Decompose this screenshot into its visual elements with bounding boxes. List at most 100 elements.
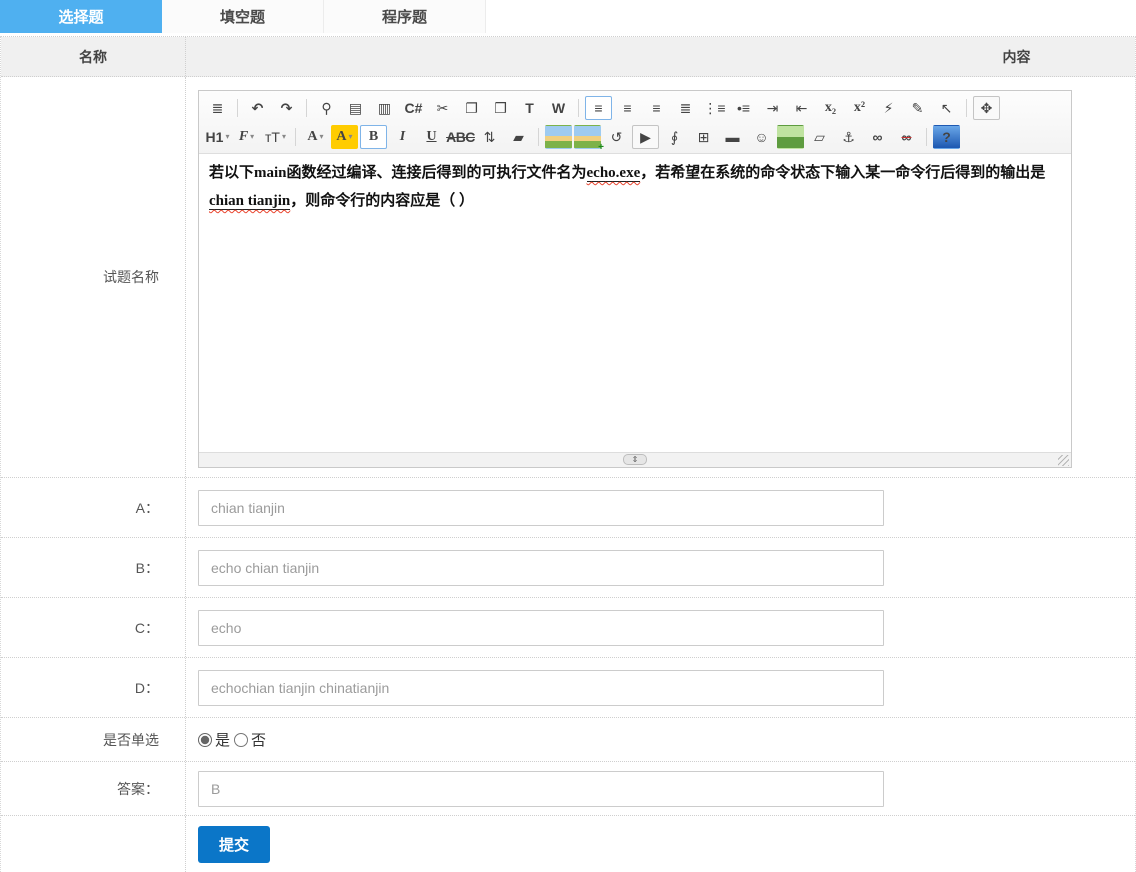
underline-icon[interactable]: U [418,125,445,149]
corner-resize-grip-icon[interactable] [1058,455,1069,466]
emoticon-icon[interactable]: ☺ [748,125,775,149]
toolbar-row-1: ≣ ↶ ↷ ⚲ ▤ ▥ C# ✂ ❐ ❒ T W ≡ ≡ ≡ ≣ ⋮≡ •≡ ⇥ ⇤ x₂ x² ⚡ ✎ ↖ ✥ [203,93,1067,122]
outdent-icon[interactable]: ⇤ [788,96,815,120]
answer-row: 答案： [1,762,1135,816]
option-input[interactable] [198,669,884,706]
redo-icon[interactable]: ↷ [273,96,300,120]
page-break-icon[interactable]: ▱ [806,125,833,149]
option-label: C： [1,598,186,657]
fullscreen-icon[interactable]: ✥ [973,95,1000,120]
link-icon[interactable]: ∞ [864,125,891,149]
separator [578,98,579,117]
resize-handle-icon[interactable]: ⇕ [623,454,647,465]
radio-no[interactable] [234,732,249,747]
option-row: C： [1,598,1135,658]
option-input[interactable] [198,489,884,526]
tab-bar: 选择题 填空题 程序题 [0,0,1136,33]
submit-button[interactable]: 提交 [198,825,271,863]
editor-statusbar: ⇕ [199,452,1071,467]
option-input[interactable] [198,609,884,646]
strikethrough-icon[interactable]: ABC [446,125,475,149]
option-label: A： [1,478,186,537]
separator [926,127,927,146]
bold-icon[interactable]: B [360,124,387,149]
quick-format-icon[interactable]: ✎ [904,96,931,120]
subscript-icon[interactable]: x₂ [817,96,844,120]
question-text-segment: ，则命令行的内容应是（ ） [290,193,475,209]
radio-no-label: 否 [251,732,267,749]
paste-from-word-icon[interactable]: W [545,96,572,120]
table-icon[interactable]: ⊞ [690,125,717,149]
tab-fill-blank-question[interactable]: 填空题 [162,0,324,33]
about-icon[interactable]: ? [933,124,960,149]
question-name-row: 试题名称 ≣↶↷⚲▤▥C#✂❐❒TW≡≡≡≣⋮≡•≡⇥⇤x₂x²⚡✎↖✥ H1F… [1,77,1135,478]
heading-select[interactable]: H1 [204,125,231,149]
italic-icon[interactable]: I [389,125,416,149]
separator [295,127,296,146]
question-form: 名称 内容 试题名称 ≣ ↶ ↷ ⚲ ▤ ▥ C# ✂ ❐ ❒ T W ≡ ≡ ≡ ≣ ⋮≡ •≡ ⇥ ⇤ x₂ x² ⚡ ✎… [0,36,1136,872]
code-icon[interactable]: C# [400,96,427,120]
align-left-icon[interactable]: ≡ [585,95,612,120]
tab-program-question[interactable]: 程序题 [324,0,486,33]
rich-text-editor: ≣↶↷⚲▤▥C#✂❐❒TW≡≡≡≣⋮≡•≡⇥⇤x₂x²⚡✎↖✥ H1FᴛTAAB… [198,90,1072,468]
unordered-list-icon[interactable]: •≡ [730,96,757,120]
table-header-row: 名称 内容 [1,37,1135,77]
question-text-segment: echo.exe [586,165,641,182]
separator [237,98,238,117]
font-size-select[interactable]: ᴛT [262,125,289,149]
indent-icon[interactable]: ⇥ [759,96,786,120]
font-name-select[interactable]: F [233,125,260,149]
question-text: 若以下main函数经过编译、连接后得到的可执行文件名为echo.exe，若希望在… [209,159,1061,215]
option-row: D： [1,658,1135,718]
clear-html-icon[interactable]: ⚡ [875,96,902,120]
separator [306,98,307,117]
template-icon[interactable]: ▥ [371,96,398,120]
header-name: 名称 [1,37,186,76]
highlight-color-icon[interactable]: A [331,124,358,149]
question-text-segment: 若以下main函数经过编译、连接后得到的可执行文件名为 [209,165,587,181]
answer-label: 答案： [1,762,186,815]
superscript-icon[interactable]: x² [846,96,873,120]
source-icon[interactable]: ≣ [204,96,231,120]
select-all-icon[interactable]: ↖ [933,96,960,120]
radio-option-no[interactable]: 否 [234,729,266,750]
ordered-list-icon[interactable]: ⋮≡ [701,96,728,120]
answer-input[interactable] [198,770,884,807]
option-label: B： [1,538,186,597]
align-center-icon[interactable]: ≡ [614,96,641,120]
radio-yes[interactable] [198,732,212,747]
tab-choice-question[interactable]: 选择题 [0,0,162,33]
single-choice-row: 是否单选 是 否 [1,718,1135,762]
line-height-icon[interactable]: ⇅ [476,125,503,149]
question-name-label: 试题名称 [1,77,186,477]
question-text-segment: ，若希望在系统的命令状态下输入某一命令行后得到的输出是 [640,165,1046,181]
media-icon[interactable]: ▶ [632,124,659,149]
paste-as-text-icon[interactable]: T [516,96,543,120]
submit-row: 提交 [1,816,1135,872]
option-input[interactable] [198,549,884,586]
print-icon[interactable]: ▤ [342,96,369,120]
multi-image-icon[interactable] [574,124,604,153]
attachment-icon[interactable]: ∮ [661,125,688,149]
map-icon[interactable] [777,124,804,149]
radio-option-yes[interactable]: 是 [198,729,230,750]
remove-format-icon[interactable]: ▰ [505,125,532,149]
text-color-icon[interactable]: A [302,125,329,149]
horizontal-rule-icon[interactable]: ▬ [719,125,746,149]
option-row: B： [1,538,1135,598]
anchor-icon[interactable]: ⚓ [835,125,862,149]
paste-icon[interactable]: ❒ [487,96,514,120]
copy-icon[interactable]: ❐ [458,96,485,120]
cut-icon[interactable]: ✂ [429,96,456,120]
flash-icon[interactable]: ↺ [603,125,630,149]
preview-icon[interactable]: ⚲ [313,96,340,120]
editor-content-area[interactable]: 若以下main函数经过编译、连接后得到的可执行文件名为echo.exe，若希望在… [199,154,1071,452]
unlink-icon[interactable]: ∞ [893,125,920,149]
image-icon[interactable] [545,124,572,149]
undo-icon[interactable]: ↶ [244,96,271,120]
question-text-segment: chian tianjin [209,193,291,210]
align-right-icon[interactable]: ≡ [643,96,670,120]
separator [966,98,967,117]
single-choice-label: 是否单选 [1,718,186,761]
align-justify-icon[interactable]: ≣ [672,96,699,120]
